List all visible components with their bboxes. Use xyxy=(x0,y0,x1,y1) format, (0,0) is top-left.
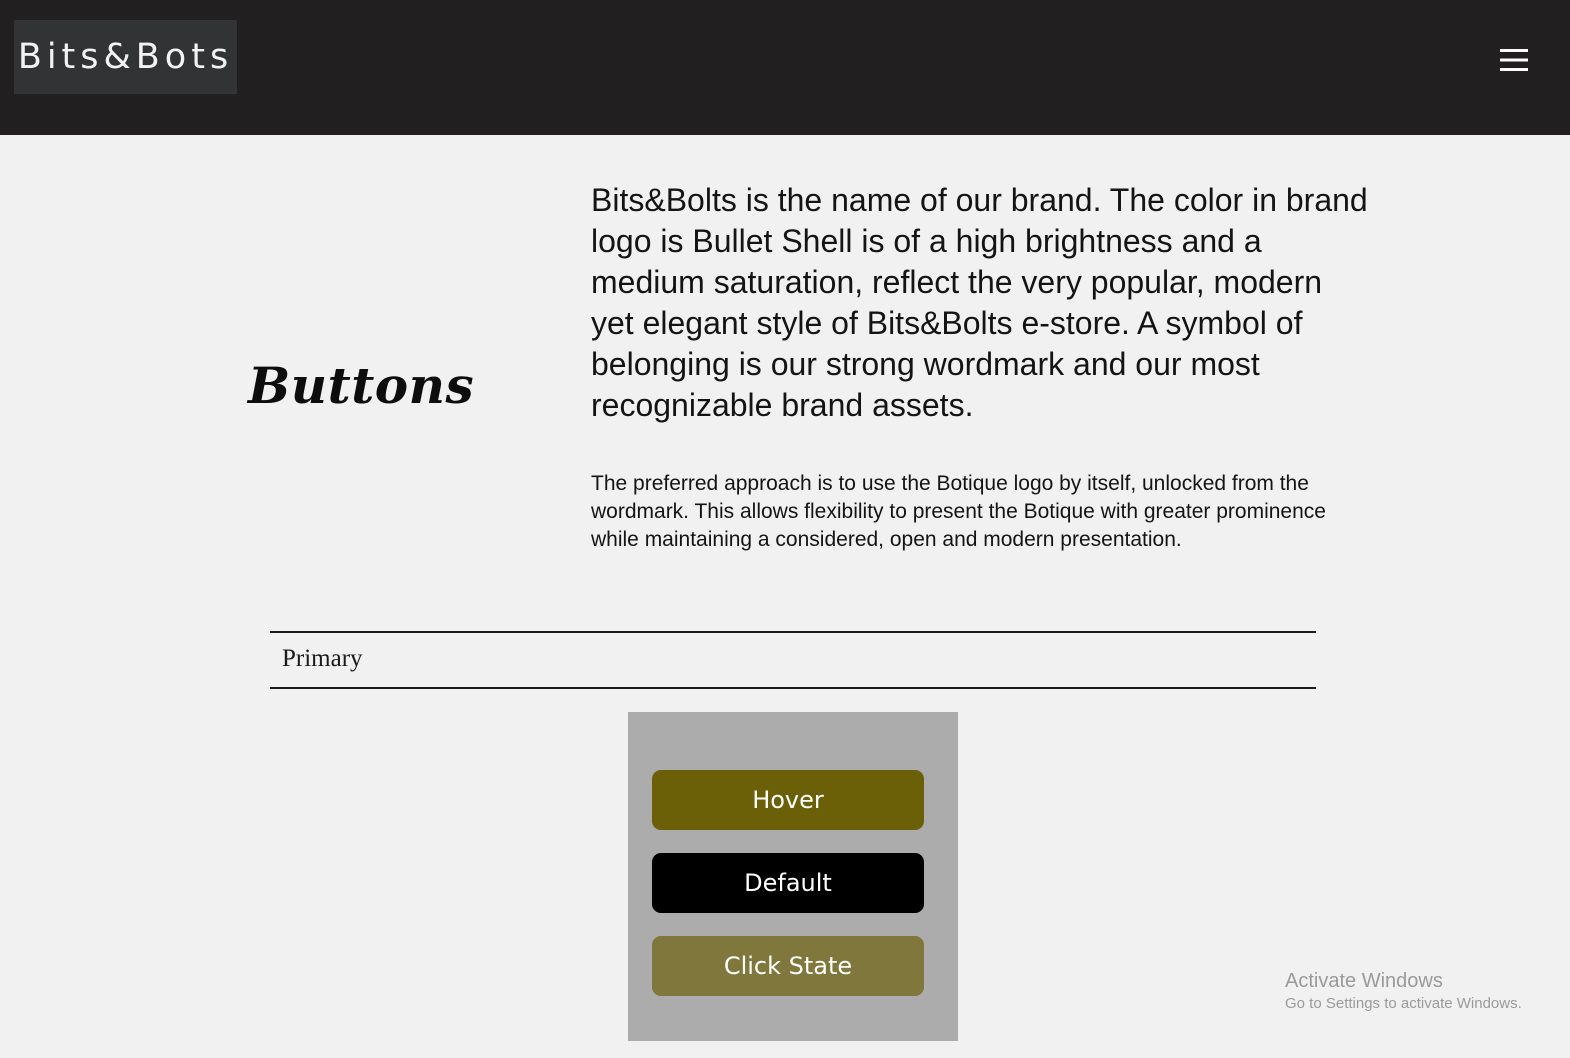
brand-logo-text: Bits&Bots xyxy=(17,37,234,77)
top-navigation-bar: Bits&Bots xyxy=(0,0,1570,135)
watermark-title: Activate Windows xyxy=(1285,970,1443,992)
activate-windows-watermark: Activate Windows Go to Settings to activ… xyxy=(1285,969,1522,1014)
lead-paragraph: Bits&Bolts is the name of our brand. The… xyxy=(591,182,1368,423)
primary-section-label: Primary xyxy=(282,645,363,672)
hamburger-menu-icon[interactable] xyxy=(1490,40,1538,80)
hover-state-button[interactable]: Hover xyxy=(652,770,924,830)
click-state-button[interactable]: Click State xyxy=(652,936,924,996)
button-states-panel: Hover Default Click State xyxy=(628,712,958,1041)
default-state-button[interactable]: Default xyxy=(652,853,924,913)
body-paragraph: The preferred approach is to use the Bot… xyxy=(591,472,1326,551)
divider-bottom xyxy=(270,687,1316,689)
divider-top xyxy=(270,631,1316,633)
watermark-subtitle: Go to Settings to activate Windows. xyxy=(1285,995,1522,1012)
brand-logo[interactable]: Bits&Bots xyxy=(14,20,237,94)
section-title: Buttons xyxy=(248,355,475,415)
